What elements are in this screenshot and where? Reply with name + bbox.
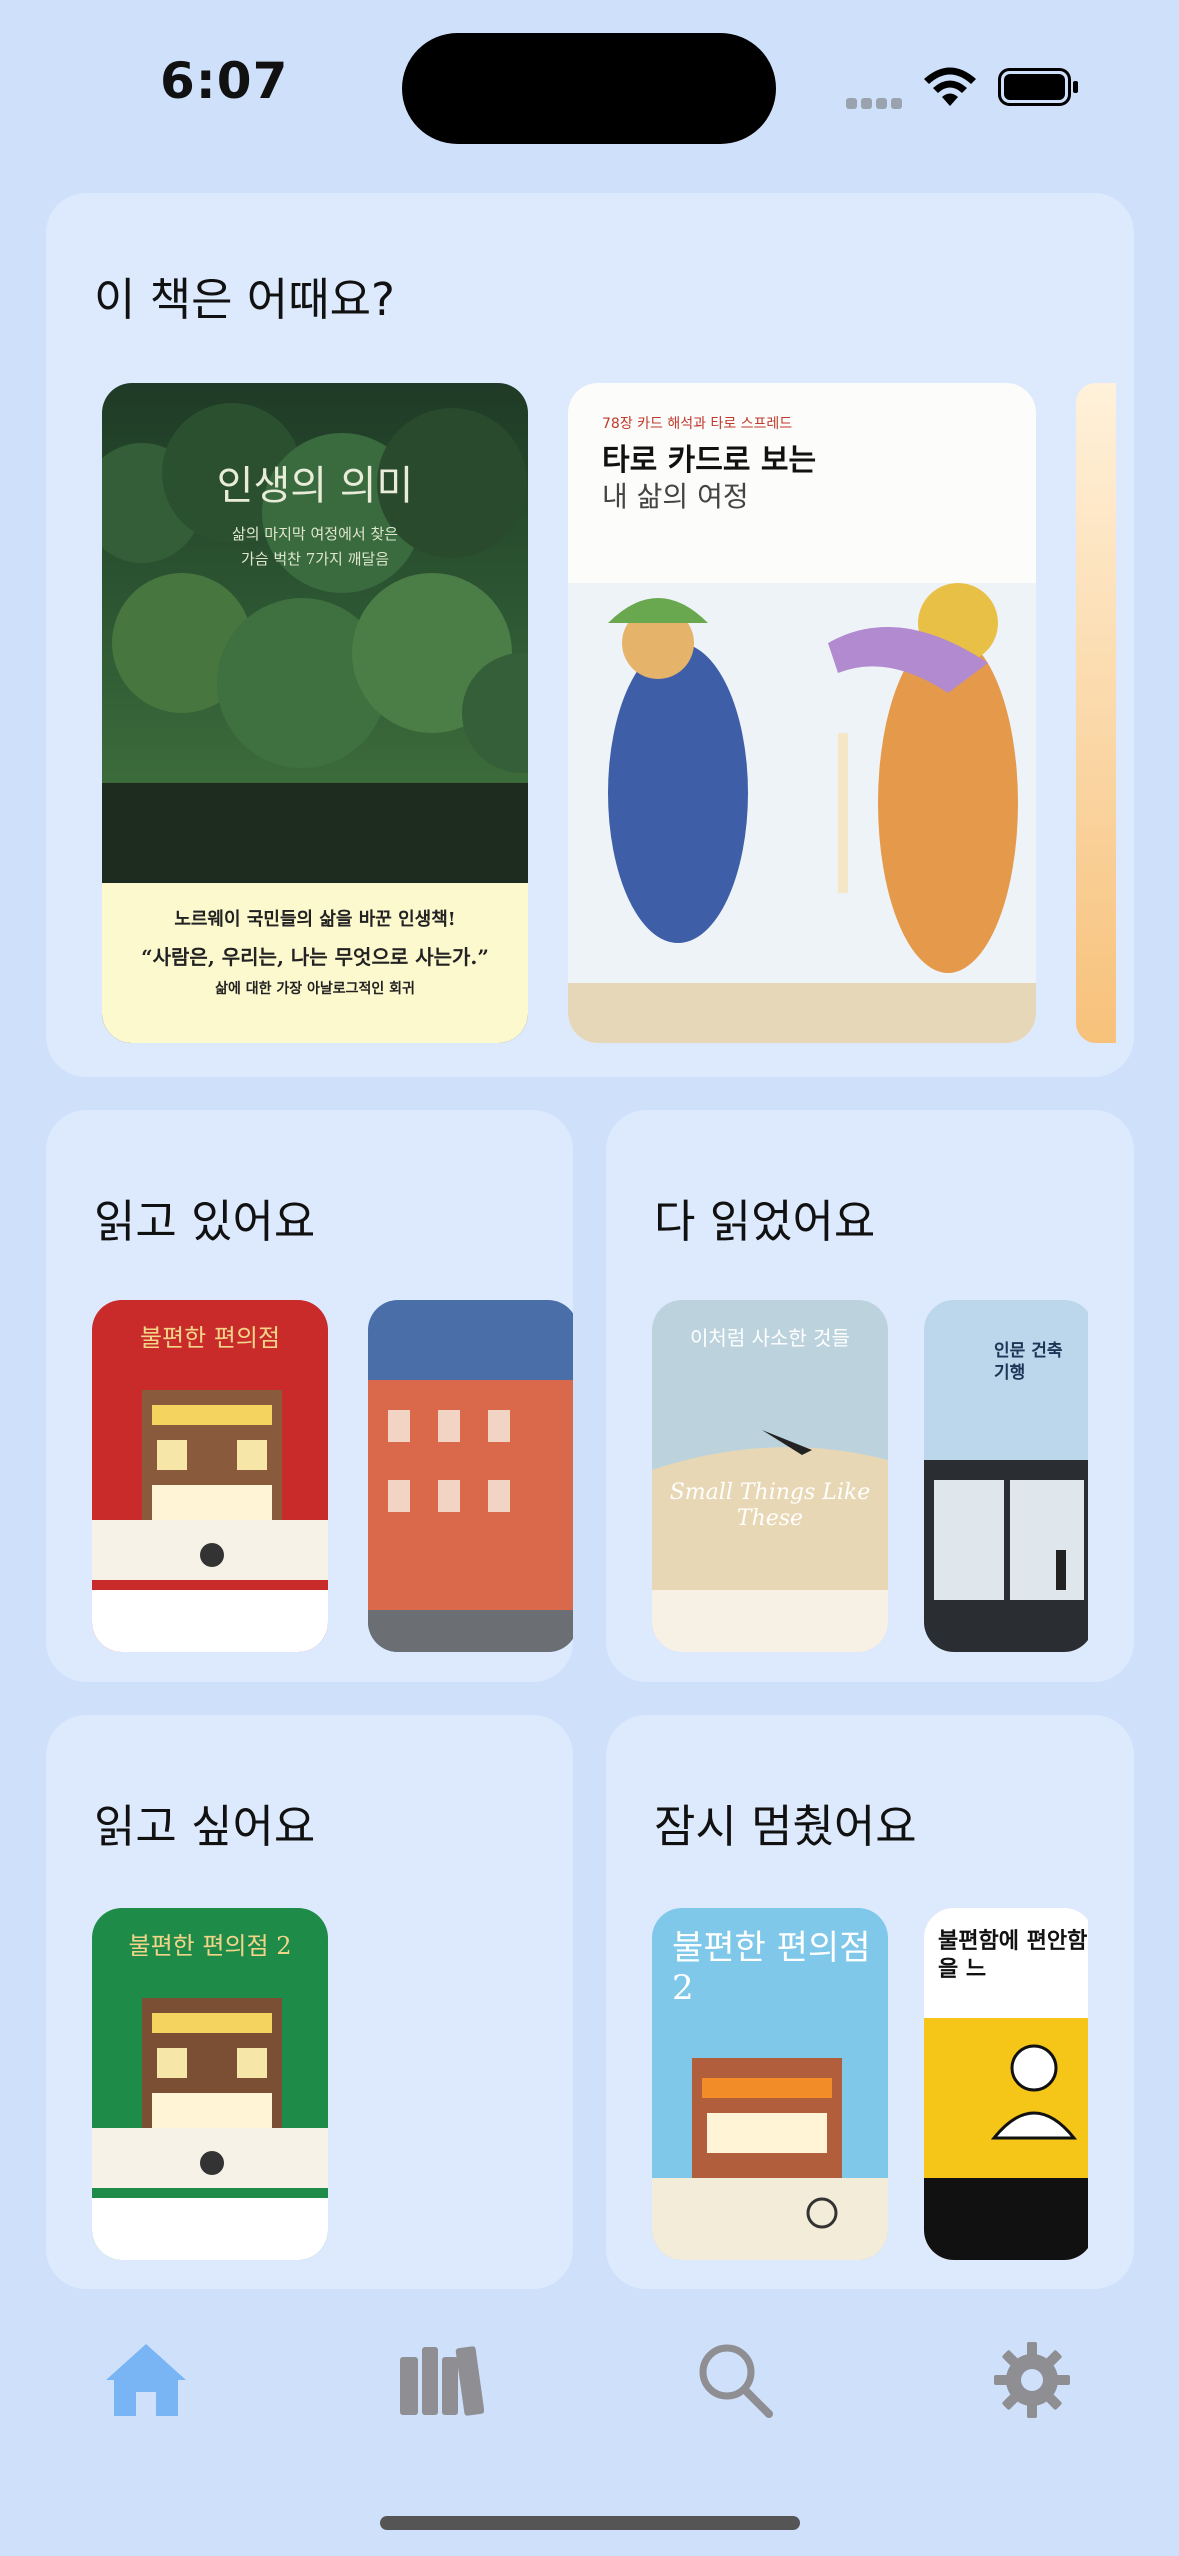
- recommend-card: 이 책은 어때요? 인생의 의미 삶의 마지막 여정에서 찾은 가슴 벅찬 7가…: [46, 193, 1134, 1077]
- book-subtitle-line1: 삶의 마지막 여정에서 찾은: [231, 525, 399, 543]
- book-subtitle-line2: 가슴 벅찬 7가지 깨달음: [240, 550, 390, 568]
- book-title: 불편한 편의점 2: [128, 1932, 292, 1960]
- tarot-illustration: [568, 583, 1036, 1043]
- book-cover-comfort-in-discomfort[interactable]: 불편함에 편안함을 느: [924, 1908, 1088, 2260]
- finished-carousel[interactable]: 이처럼 사소한 것들 Small Things Like These 인문 건축…: [652, 1300, 1088, 1660]
- tab-library[interactable]: [381, 2320, 501, 2440]
- magnifier-icon: [699, 2344, 773, 2418]
- house-icon: [106, 2344, 186, 2416]
- book-title-line2: 내 삶의 여정: [602, 480, 749, 513]
- street-illustration: [652, 2058, 888, 2260]
- tab-search[interactable]: [675, 2320, 795, 2440]
- book-cover-partial[interactable]: [1076, 383, 1116, 1043]
- book-title: 불편함에 편안함을 느: [938, 1929, 1088, 1982]
- want-card[interactable]: 읽고 싶어요 불편한 편의점 2: [46, 1715, 573, 2289]
- window-illustration: [924, 1460, 1088, 1652]
- band-line1: 노르웨이 국민들의 삶을 바꾼 인생책!: [174, 909, 456, 930]
- book-cover-red-building[interactable]: [368, 1300, 573, 1652]
- store-illustration: [92, 1390, 328, 1580]
- recommend-carousel[interactable]: 인생의 의미 삶의 마지막 여정에서 찾은 가슴 벅찬 7가지 깨달음 노르웨이…: [102, 383, 1134, 1048]
- finished-card[interactable]: 다 읽었어요 이처럼 사소한 것들 Small Things Like Thes…: [606, 1110, 1134, 1682]
- book-cover-meaning-of-life[interactable]: 인생의 의미 삶의 마지막 여정에서 찾은 가슴 벅찬 7가지 깨달음 노르웨이…: [102, 383, 528, 1043]
- store-illustration: [92, 1998, 328, 2188]
- book-title: 인문 건축 기행: [994, 1341, 1063, 1383]
- want-carousel[interactable]: 불편한 편의점 2: [92, 1908, 573, 2268]
- wifi-icon: [924, 67, 976, 106]
- paused-card[interactable]: 잠시 멈췄어요 불편한 편의점2 불편함에 편안함을 느: [606, 1715, 1134, 2289]
- gear-icon: [994, 2342, 1070, 2418]
- finished-title: 다 읽었어요: [654, 1195, 876, 1248]
- home-indicator[interactable]: [380, 2516, 800, 2530]
- status-time: 6:07: [160, 52, 289, 110]
- tab-bar: [0, 2300, 1179, 2480]
- band-line3: 삶에 대한 가장 아날로그적인 회귀: [215, 981, 415, 997]
- reading-title: 읽고 있어요: [94, 1195, 316, 1248]
- book-title: 인생의 의미: [216, 463, 414, 509]
- book-title: 불편한 편의점: [139, 1324, 281, 1352]
- building-illustration: [368, 1380, 573, 1652]
- books-icon: [400, 2346, 484, 2416]
- book-title-ko: 이처럼 사소한 것들: [690, 1326, 850, 1350]
- reading-card[interactable]: 읽고 있어요 불편한 편의점: [46, 1110, 573, 1682]
- dynamic-island: [402, 33, 776, 144]
- book-band: [652, 1590, 888, 1652]
- tab-home[interactable]: [86, 2320, 206, 2440]
- book-title: 타로 카드로 보는: [602, 443, 817, 478]
- status-bar: 6:07: [0, 0, 1179, 170]
- book-title-en: Small Things Like These: [669, 1480, 871, 1531]
- meditation-illustration: [924, 2018, 1088, 2260]
- tab-settings[interactable]: [972, 2320, 1092, 2440]
- book-title: 불편한 편의점2: [672, 1928, 871, 2008]
- book-cover-inconvenient-store-2[interactable]: 불편한 편의점 2: [92, 1908, 328, 2260]
- reading-carousel[interactable]: 불편한 편의점: [92, 1300, 573, 1660]
- book-band: [92, 2198, 328, 2260]
- paused-title: 잠시 멈췄어요: [654, 1800, 917, 1853]
- band-line2: “사람은, 우리는, 나는 무엇으로 사는가.”: [141, 945, 489, 969]
- book-cover-small-things[interactable]: 이처럼 사소한 것들 Small Things Like These: [652, 1300, 888, 1652]
- book-kicker: 78장 카드 해석과 타로 스프레드: [602, 416, 793, 432]
- battery-icon: [998, 68, 1078, 106]
- book-cover-tarot[interactable]: 78장 카드 해석과 타로 스프레드 타로 카드로 보는 내 삶의 여정: [568, 383, 1036, 1043]
- book-cover-inconvenient-store-2-alt[interactable]: 불편한 편의점2: [652, 1908, 888, 2260]
- recommend-title: 이 책은 어때요?: [94, 273, 395, 326]
- book-cover-architecture[interactable]: 인문 건축 기행: [924, 1300, 1088, 1652]
- book-band: 노르웨이 국민들의 삶을 바꾼 인생책! “사람은, 우리는, 나는 무엇으로 …: [102, 883, 528, 1043]
- book-band: [92, 1590, 328, 1652]
- book-cover-inconvenient-store[interactable]: 불편한 편의점: [92, 1300, 328, 1652]
- want-title: 읽고 싶어요: [94, 1800, 316, 1853]
- paused-carousel[interactable]: 불편한 편의점2 불편함에 편안함을 느: [652, 1908, 1088, 2268]
- cellular-signal-icon: [846, 94, 906, 109]
